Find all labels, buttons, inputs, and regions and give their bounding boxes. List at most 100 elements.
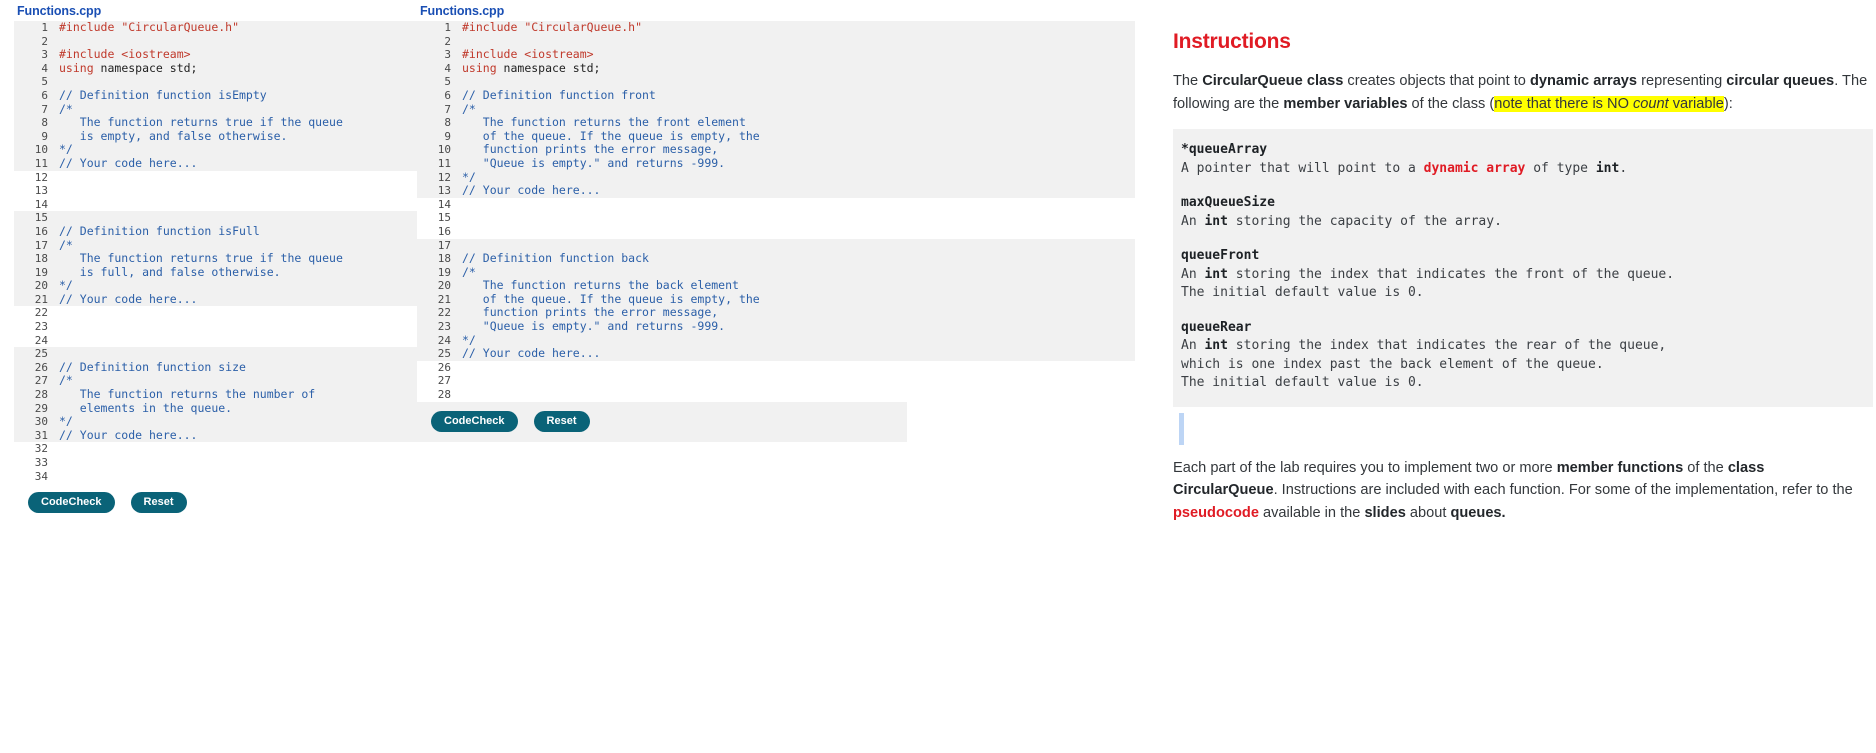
editable-code-block[interactable]: 32 33 34 [14, 442, 907, 484]
code-token: // Definition function size [59, 359, 246, 374]
text-segment: slides [1364, 504, 1406, 521]
code-line[interactable]: 26 [417, 361, 1135, 375]
code-line: 20 The function returns the back element [417, 278, 1135, 293]
line-number: 15 [437, 211, 451, 225]
codecheck-button-1[interactable]: CodeCheck [28, 492, 115, 514]
code-line[interactable]: 16 [417, 225, 1135, 239]
code-line[interactable]: 34 [14, 470, 907, 484]
code-line: 18 // Definition function back [417, 251, 1135, 266]
text-segment: . [1619, 160, 1628, 176]
member-variable-entry: *queueArray A pointer that will point to … [1181, 141, 1865, 178]
member-variable-entry: maxQueueSize An int storing the capacity … [1181, 194, 1865, 231]
text-segment: . Instructions are included with each fu… [1273, 482, 1853, 498]
code-token: #include <iostream> [462, 47, 594, 62]
line-number: 30 [34, 415, 48, 429]
code-token: */ [59, 414, 73, 429]
text-segment: CircularQueue class [1202, 73, 1344, 89]
code-text: // Definition function front [460, 87, 1135, 103]
code-token: The function returns true if the queue [59, 251, 343, 266]
line-number: 9 [444, 129, 451, 143]
reset-button-1[interactable]: Reset [130, 492, 187, 514]
line-number: 4 [444, 61, 451, 75]
line-number: 11 [34, 156, 48, 170]
button-row-2: CodeCheck Reset [417, 402, 1135, 432]
text-segment: about [1405, 504, 1451, 521]
code-line: 22 function prints the error message, [417, 306, 1135, 320]
code-token: elements in the queue. [59, 400, 233, 415]
line-number: 18 [437, 252, 451, 266]
code-line[interactable]: 32 [14, 442, 907, 456]
member-variable-name: *queueArray [1181, 142, 1268, 157]
line-number: 33 [34, 456, 48, 469]
code-token: #include [59, 20, 122, 34]
editable-code-block[interactable]: 14 15 16 [417, 197, 1135, 239]
code-text: of the queue. If the queue is empty, the [460, 129, 1135, 144]
line-number: 25 [437, 347, 451, 361]
line-number: 6 [444, 88, 451, 102]
code-line: 7 /* [417, 102, 1135, 117]
code-token: // Definition function front [462, 87, 656, 102]
code-line[interactable]: 14 [417, 198, 1135, 212]
member-variable-entry: queueRear An int storing the index that i… [1181, 319, 1865, 393]
code-line[interactable]: 33 [14, 456, 907, 470]
text-segment: storing the index that indicates the fro… [1227, 266, 1675, 282]
code-line[interactable]: 28 [417, 388, 1135, 402]
member-variable-description-line: A pointer that will point to a dynamic a… [1181, 160, 1865, 179]
code-text: function prints the error message, [460, 306, 1135, 320]
line-number: 19 [437, 265, 451, 279]
code-text: The function returns the back element [460, 278, 1135, 293]
code-token: #include [462, 20, 525, 34]
line-number: 6 [41, 88, 48, 102]
member-variables-box: *queueArray A pointer that will point to … [1173, 129, 1873, 407]
instructions-intro-paragraph: The CircularQueue class creates objects … [1173, 70, 1873, 115]
member-variable-entry: queueFront An int storing the index that … [1181, 247, 1865, 303]
code-area-2[interactable]: 1 #include "CircularQueue.h" 2 3 #include <i… [417, 20, 1135, 402]
member-variable-name: queueFront [1181, 248, 1260, 263]
codecheck-button-2[interactable]: CodeCheck [431, 410, 518, 432]
code-token: "CircularQueue.h" [121, 20, 240, 34]
code-text: using namespace std; [460, 60, 1135, 76]
reset-button-2[interactable]: Reset [533, 410, 590, 432]
editable-code-block[interactable]: 26 27 28 [417, 360, 1135, 402]
text-segment: A pointer that will point to a [1181, 160, 1424, 176]
code-token: // Definition function isEmpty [59, 87, 267, 102]
readonly-code-block: 1 #include "CircularQueue.h" 2 3 #include <i… [417, 20, 1135, 198]
line-number: 7 [41, 102, 48, 116]
code-token: /* [59, 101, 73, 116]
line-number: 5 [41, 75, 48, 89]
code-token: using [462, 60, 504, 75]
line-number: 23 [34, 320, 48, 334]
code-text: /* [460, 102, 1135, 117]
text-segment: int [1204, 266, 1228, 282]
code-token: The function returns the front element [462, 115, 746, 130]
line-number: 1 [41, 21, 48, 34]
code-token: function prints the error message, [462, 142, 719, 157]
text-segment: of type [1525, 160, 1596, 176]
code-line: 4 using namespace std; [417, 60, 1135, 76]
code-token: using [59, 60, 101, 75]
code-line: 11 "Queue is empty." and returns -999. [417, 156, 1135, 171]
text-segment: The initial default value is 0. [1181, 285, 1424, 300]
line-number: 26 [34, 360, 48, 374]
code-line: 9 of the queue. If the queue is empty, t… [417, 129, 1135, 144]
text-segment: The initial default value is 0. [1181, 375, 1424, 390]
member-variable-description-line: which is one index past the back element… [1181, 356, 1865, 375]
text-segment: member functions [1556, 459, 1684, 476]
code-line[interactable]: 15 [417, 211, 1135, 225]
code-token: // Definition function back [462, 251, 649, 266]
code-text: // Definition function back [460, 251, 1135, 266]
code-token: // Your code here... [59, 427, 198, 442]
code-token: #include <iostream> [59, 47, 191, 62]
text-segment: representing [1637, 73, 1727, 89]
text-segment: An [1181, 338, 1205, 353]
text-segment: dynamic arrays [1529, 73, 1638, 89]
line-number: 22 [437, 306, 451, 320]
text-segment: member variables [1283, 95, 1408, 112]
code-token: The function returns the number of [59, 387, 316, 402]
text-segment: pseudocode [1173, 504, 1259, 521]
code-text: #include <iostream> [460, 47, 1135, 62]
line-number: 16 [34, 224, 48, 238]
code-token: of the queue. If the queue is empty, the [462, 291, 760, 306]
code-line: 13 // Your code here... [417, 183, 1135, 198]
code-line[interactable]: 27 [417, 374, 1135, 388]
